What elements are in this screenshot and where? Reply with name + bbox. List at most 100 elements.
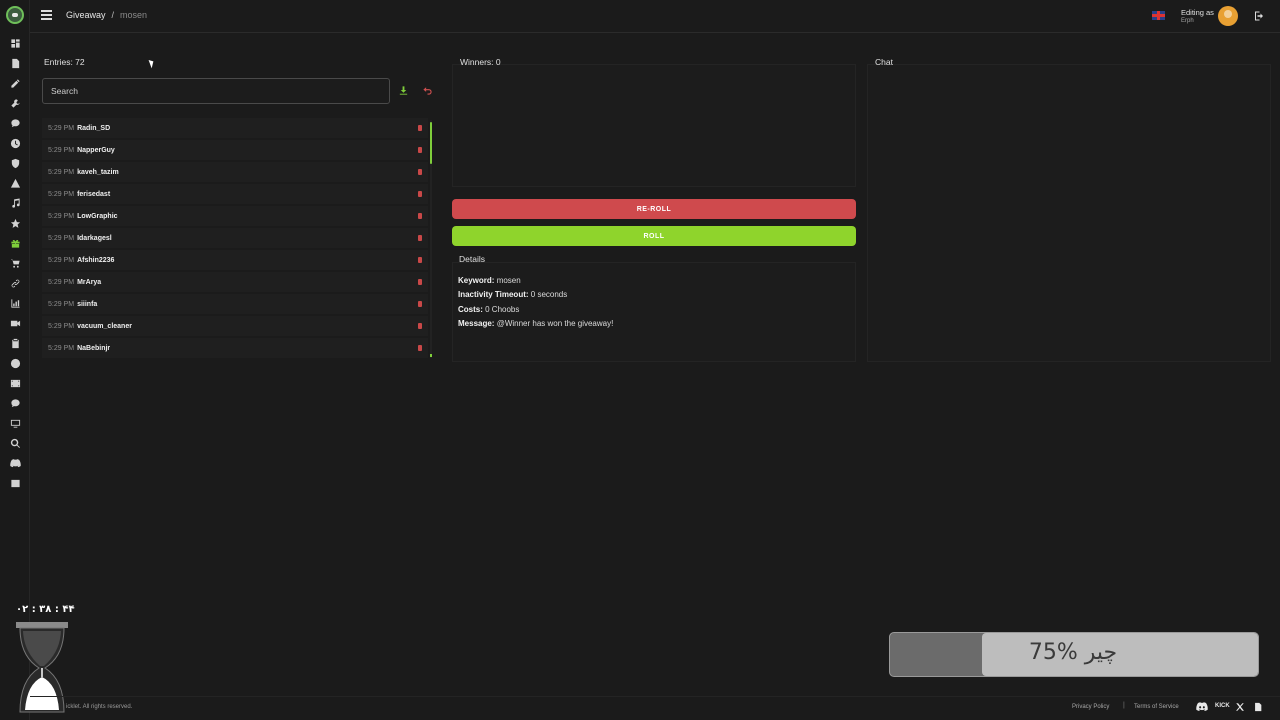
detail-message-value: @Winner has won the giveaway! [496,319,614,328]
list-icon [10,479,20,487]
entry-time: 5:29 PM [48,190,75,198]
winners-title: Winners: 0 [460,57,501,67]
details-title: Details [459,254,485,264]
breadcrumb-root[interactable]: Giveaway [66,10,106,20]
sidebar-film-icon[interactable] [0,373,30,393]
sidebar-music-icon[interactable] [0,193,30,213]
sidebar-clipboard-icon[interactable] [0,333,30,353]
entries-list: 5:29 PM Radin_SD 5:29 PM NapperGuy 5:29 PM ka… [42,118,428,362]
breadcrumb-separator: / [111,10,115,20]
document-icon[interactable] [1252,702,1264,712]
video-icon [10,320,20,326]
delete-entry-icon[interactable] [418,235,422,241]
shield-icon [11,158,19,168]
entry-time: 5:29 PM [48,168,75,176]
message-icon [10,398,20,407]
sidebar-cart-icon[interactable] [0,253,30,273]
tool-icon [10,98,20,108]
entry-username: siiinfa [77,300,98,308]
sidebar-chart-icon[interactable] [0,293,30,313]
sidebar-emoji-icon[interactable] [0,353,30,373]
logout-icon[interactable] [1253,10,1265,22]
roll-button[interactable]: ROLL [452,226,856,246]
gift-icon [10,239,20,248]
sidebar-document-icon[interactable] [0,53,30,73]
entry-username: MrArya [77,278,102,286]
sidebar-video-icon[interactable] [0,313,30,333]
sidebar-monitor-icon[interactable] [0,413,30,433]
delete-entry-icon[interactable] [418,213,422,219]
entry-row: 5:29 PM ferisedast [42,184,428,204]
editing-as-label: Editing as [1181,8,1214,17]
delete-entry-icon[interactable] [418,345,422,351]
x-twitter-icon[interactable] [1234,702,1246,712]
entry-time: 5:29 PM [48,322,75,330]
entry-time: 5:29 PM [48,234,75,242]
user-avatar[interactable] [1218,6,1238,26]
delete-entry-icon[interactable] [418,169,422,175]
delete-entry-icon[interactable] [418,301,422,307]
app-logo[interactable] [6,6,24,24]
delete-entry-icon[interactable] [418,125,422,131]
undo-icon[interactable] [422,85,433,96]
sidebar-shield-icon[interactable] [0,153,30,173]
sidebar-gift-icon[interactable] [0,233,30,253]
detail-message: Message: @Winner has won the giveaway! [458,319,613,328]
cart-icon [10,258,20,268]
sidebar-list-icon[interactable] [0,473,30,493]
delete-entry-icon[interactable] [418,191,422,197]
privacy-policy-link[interactable]: Privacy Policy [1072,704,1109,710]
entry-time: 5:29 PM [48,212,75,220]
sidebar-dashboard-icon[interactable] [0,33,30,53]
sidebar-pen-icon[interactable] [0,73,30,93]
sidebar-star-icon[interactable] [0,213,30,233]
entry-row: 5:29 PM LowGraphic [42,206,428,226]
editing-user-name: Erph [1181,18,1194,24]
entry-time: 5:29 PM [48,278,75,286]
sidebar-chat-icon[interactable] [0,113,30,133]
sidebar-alert-icon[interactable] [0,173,30,193]
delete-entry-icon[interactable] [418,257,422,263]
sidebar-clock-icon[interactable] [0,133,30,153]
entries-search-input[interactable] [42,78,390,104]
detail-timeout-value: 0 seconds [530,290,568,299]
reroll-button[interactable]: RE-ROLL [452,199,856,219]
kick-logo[interactable]: KICK [1215,703,1230,709]
sidebar-discord-icon[interactable] [0,453,30,473]
entry-username: Afshin2236 [77,256,115,264]
winners-box [452,64,856,187]
chat-icon [10,118,20,127]
chat-box [867,64,1271,362]
sidebar-tool-icon[interactable] [0,93,30,113]
uk-flag-icon[interactable] [1152,11,1165,20]
sidebar-search-icon[interactable] [0,433,30,453]
film-icon [10,379,20,387]
entry-time: 5:29 PM [48,256,75,264]
entry-username: NaBebinjr [77,344,111,352]
countdown-timer: ۰۲ : ۳۸ : ۴۴ [16,604,75,615]
delete-entry-icon[interactable] [418,323,422,329]
chart-icon [10,298,20,308]
entry-time: 5:29 PM [48,146,75,154]
document-icon [11,58,19,68]
entry-row: 5:29 PM Radin_SD [42,118,428,138]
detail-keyword: Keyword: mosen [458,276,521,285]
pen-icon [10,78,20,88]
delete-entry-icon[interactable] [418,147,422,153]
entry-row: 5:29 PM NapperGuy [42,140,428,160]
detail-keyword-value: mosen [496,276,521,285]
sidebar-message-icon[interactable] [0,393,30,413]
download-icon[interactable] [398,85,409,96]
menu-toggle-icon[interactable] [41,10,52,21]
entry-row: 5:29 PM siiinfa [42,294,428,314]
breadcrumb: Giveaway / mosen [66,10,147,20]
detail-costs-value: 0 Choobs [485,305,520,314]
delete-entry-icon[interactable] [418,279,422,285]
entry-username: vacuum_cleaner [77,322,132,330]
link-icon [11,279,19,287]
discord-icon[interactable] [1196,702,1208,712]
entries-scrollbar-thumb[interactable] [430,122,432,164]
sidebar-link-icon[interactable] [0,273,30,293]
terms-of-service-link[interactable]: Terms of Service [1134,704,1179,710]
detail-message-label: Message: [458,319,495,328]
